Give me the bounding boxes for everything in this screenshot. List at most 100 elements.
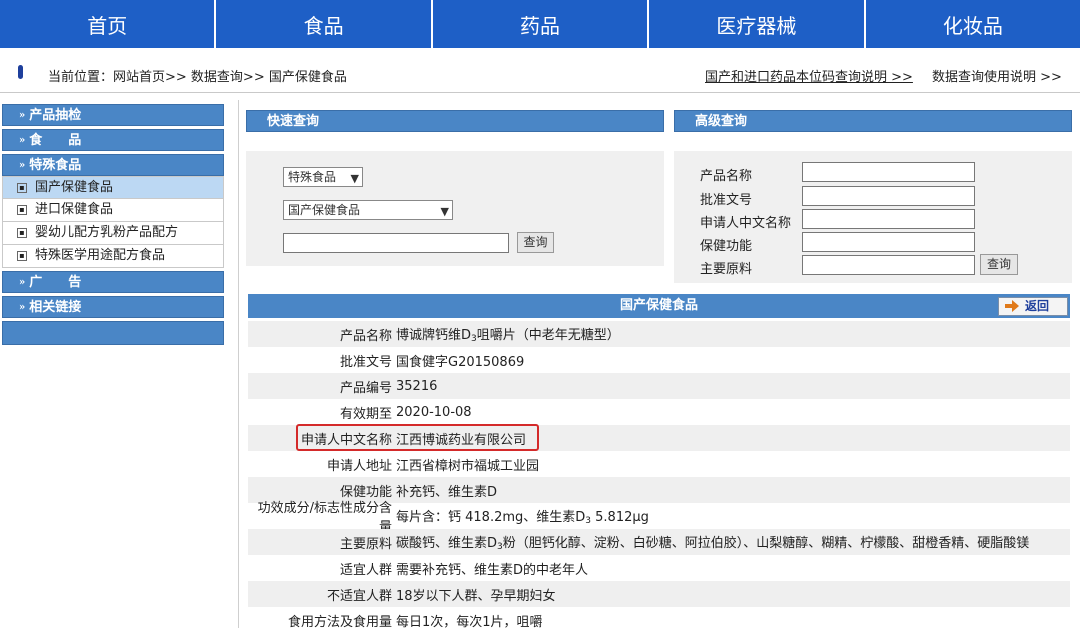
bullet-box-icon: ▪ <box>17 205 27 215</box>
top-nav: 首页 食品 药品 医疗器械 化妆品 <box>0 0 1080 48</box>
sidebar-head-links[interactable]: » 相关链接 <box>2 296 224 318</box>
approval-number-field[interactable] <box>802 186 975 206</box>
table-row: 申请人地址 江西省樟树市福城工业园 <box>248 451 1070 477</box>
sidebar-item-medical-formula-food[interactable]: ▪ 特殊医学用途配方食品 <box>2 245 224 268</box>
chevron-down-icon: ▼ <box>350 172 359 185</box>
sidebar-head-label: 特殊食品 <box>29 158 82 173</box>
breadcrumb-path[interactable]: 网站首页>> 数据查询>> 国产保健食品 <box>113 70 347 85</box>
sidebar-item-label: 婴幼儿配方乳粉产品配方 <box>35 225 179 240</box>
quick-search-input[interactable] <box>283 233 509 253</box>
row-key: 产品编号 <box>339 380 392 396</box>
sidebar: » 产品抽检 » 食 品 » 特殊食品 ▪ 国产保健食品 ▪ 进口保健食品 ▪ 婴幼儿配方乳… <box>2 104 224 345</box>
main-ingredients-field[interactable] <box>802 255 975 275</box>
double-chevron-icon: » <box>19 110 26 121</box>
main-ingredients-label: 主要原料 <box>700 262 753 277</box>
sidebar-item-label: 特殊医学用途配方食品 <box>35 248 166 263</box>
table-row: 适宜人群 需要补充钙、维生素D的中老年人 <box>248 555 1070 581</box>
sidebar-head-label: 食 品 <box>29 133 82 148</box>
sidebar-head-food[interactable]: » 食 品 <box>2 129 224 151</box>
sidebar-head-label: 产品抽检 <box>29 108 82 123</box>
nav-drugs[interactable]: 药品 <box>433 0 650 48</box>
row-value: 每日1次，每次1片，咀嚼 <box>396 614 543 630</box>
table-row: 产品编号 35216 <box>248 373 1070 399</box>
row-key: 主要原料 <box>339 536 392 552</box>
double-chevron-icon: » <box>19 277 26 288</box>
applicant-name-field[interactable] <box>802 209 975 229</box>
location-icon <box>18 65 23 79</box>
back-button[interactable]: 返回 <box>998 297 1068 316</box>
row-value: 补充钙、维生素D <box>396 484 498 500</box>
row-value: 2020-10-08 <box>396 404 472 420</box>
row-value: 35216 <box>396 378 438 394</box>
advanced-query-title: 高级查询 <box>674 110 1072 132</box>
sidebar-item-label: 国产保健食品 <box>35 179 114 195</box>
table-row: 功效成分/标志性成分含量 每片含：钙 418.2mg、维生素D3 5.812μg <box>248 501 1070 535</box>
sidebar-head-sampling[interactable]: » 产品抽检 <box>2 104 224 126</box>
row-key: 食用方法及食用量 <box>287 614 392 630</box>
row-key: 产品名称 <box>339 328 392 344</box>
category-select-value: 特殊食品 <box>288 170 337 184</box>
nav-cosmetics[interactable]: 化妆品 <box>866 0 1080 48</box>
bullet-box-icon: ▪ <box>17 228 27 238</box>
row-key: 批准文号 <box>339 354 392 370</box>
table-row: 有效期至 2020-10-08 <box>248 399 1070 425</box>
applicant-highlight-box <box>296 424 539 451</box>
sidebar-head-label: 广 告 <box>29 275 82 290</box>
approval-number-label: 批准文号 <box>700 193 753 208</box>
breadcrumb: 当前位置：网站首页>> 数据查询>> 国产保健食品 国产和进口药品本位码查询说明… <box>0 56 1080 92</box>
nav-food[interactable]: 食品 <box>216 0 433 48</box>
content-divider <box>238 100 239 628</box>
double-chevron-icon: » <box>19 160 26 171</box>
row-value: 需要补充钙、维生素D的中老年人 <box>396 562 589 578</box>
sidebar-item-infant-formula[interactable]: ▪ 婴幼儿配方乳粉产品配方 <box>2 222 224 245</box>
chevron-down-icon: ▼ <box>440 205 449 218</box>
row-value: 18岁以下人群、孕早期妇女 <box>396 588 556 604</box>
sidebar-head-ads[interactable]: » 广 告 <box>2 271 224 293</box>
nav-home[interactable]: 首页 <box>0 0 217 48</box>
row-value: 博诚牌钙维D3咀嚼片（中老年无糖型） <box>396 328 620 344</box>
health-function-label: 保健功能 <box>700 239 753 254</box>
row-key: 不适宜人群 <box>326 588 392 604</box>
sidebar-head-special-food[interactable]: » 特殊食品 <box>2 154 224 176</box>
double-chevron-icon: » <box>19 302 26 313</box>
sidebar-item-imported-health-food[interactable]: ▪ 进口保健食品 <box>2 199 224 222</box>
row-value: 碳酸钙、维生素D3粉（胆钙化醇、淀粉、白砂糖、阿拉伯胶）、山梨糖醇、糊精、柠檬酸… <box>396 536 1030 552</box>
table-row: 不适宜人群 18岁以下人群、孕早期妇女 <box>248 581 1070 607</box>
subcategory-select-value: 国产保健食品 <box>288 203 361 217</box>
drug-code-help-link[interactable]: 国产和进口药品本位码查询说明 >> <box>705 66 913 85</box>
quick-query-title: 快速查询 <box>246 110 664 132</box>
product-name-field[interactable] <box>802 162 975 182</box>
table-row: 产品名称 博诚牌钙维D3咀嚼片（中老年无糖型） <box>248 321 1070 347</box>
bullet-box-icon: ▪ <box>17 251 27 261</box>
health-function-field[interactable] <box>802 232 975 252</box>
advanced-search-button[interactable]: 查询 <box>980 254 1018 275</box>
table-row: 食用方法及食用量 每日1次，每次1片，咀嚼 <box>248 607 1070 633</box>
table-row: 主要原料 碳酸钙、维生素D3粉（胆钙化醇、淀粉、白砂糖、阿拉伯胶）、山梨糖醇、糊精… <box>248 529 1070 555</box>
quick-search-button[interactable]: 查询 <box>517 232 554 253</box>
subcategory-select[interactable]: 国产保健食品 ▼ <box>283 200 453 220</box>
row-value: 国食健字G20150869 <box>396 354 525 370</box>
product-name-label: 产品名称 <box>700 169 753 184</box>
row-value: 每片含：钙 418.2mg、维生素D3 5.812μg <box>396 510 649 526</box>
applicant-name-label: 申请人中文名称 <box>700 216 792 231</box>
nav-medical-devices[interactable]: 医疗器械 <box>649 0 866 48</box>
double-chevron-icon: » <box>19 135 26 146</box>
header-divider <box>0 92 1080 93</box>
category-select[interactable]: 特殊食品 ▼ <box>283 167 363 187</box>
sidebar-item-label: 进口保健食品 <box>35 202 114 217</box>
row-key: 适宜人群 <box>339 562 392 578</box>
row-key: 有效期至 <box>339 406 392 422</box>
bullet-box-icon: ▪ <box>17 182 27 193</box>
row-value: 江西省樟树市福城工业园 <box>396 458 540 474</box>
sidebar-footer-bar <box>2 321 224 345</box>
sidebar-item-domestic-health-food[interactable]: ▪ 国产保健食品 <box>2 176 224 199</box>
breadcrumb-text: 当前位置：网站首页>> 数据查询>> 国产保健食品 <box>48 66 347 85</box>
sidebar-head-label: 相关链接 <box>29 300 82 315</box>
breadcrumb-label: 当前位置： <box>48 70 114 85</box>
arrow-right-icon <box>1005 300 1019 312</box>
table-row: 批准文号 国食健字G20150869 <box>248 347 1070 373</box>
data-query-help-link[interactable]: 数据查询使用说明 >> <box>932 66 1062 85</box>
row-key: 申请人地址 <box>326 458 392 474</box>
back-button-label: 返回 <box>1025 299 1050 313</box>
detail-title: 国产保健食品 <box>248 294 1070 318</box>
